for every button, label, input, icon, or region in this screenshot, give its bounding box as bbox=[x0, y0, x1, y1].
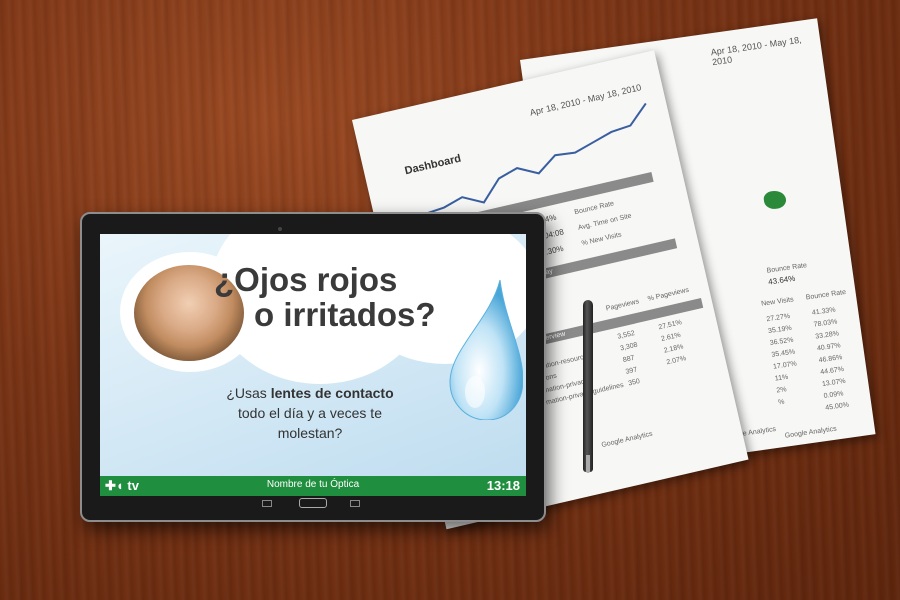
recent-apps-icon[interactable] bbox=[350, 500, 360, 507]
row-new: 35.45% bbox=[771, 348, 796, 359]
row-new: 35.19% bbox=[767, 324, 793, 336]
water-drop-icon bbox=[449, 280, 523, 420]
australia-map-icon bbox=[762, 189, 788, 211]
stat-bounce-label: Bounce Rate bbox=[573, 200, 615, 217]
row-bounce: 44.67% bbox=[819, 365, 845, 377]
report-footer-2: Google Analytics bbox=[784, 425, 838, 440]
row-new: 2% bbox=[776, 386, 788, 395]
row-bounce: 0.09% bbox=[823, 390, 844, 400]
screen-footer: ✚◖ tv Nombre de tu Óptica 13:18 bbox=[100, 476, 526, 496]
row-bounce: 46.86% bbox=[818, 354, 843, 365]
tablet-screen: ¿Ojos rojos o irritados? ¿Usas lentes de… bbox=[100, 234, 526, 496]
report-footer: Google Analytics bbox=[600, 430, 654, 450]
question-bold: lentes de contacto bbox=[270, 385, 394, 401]
stat-time-label: Avg. Time on Site bbox=[577, 212, 633, 232]
row-new: 17.07% bbox=[772, 360, 798, 371]
row-bounce: 45.00% bbox=[824, 401, 850, 412]
row-pct: 2.07% bbox=[665, 355, 687, 367]
stylus-tip bbox=[586, 455, 590, 473]
row-new: % bbox=[777, 398, 785, 407]
row-new: 36.52% bbox=[769, 336, 794, 347]
col-pct-pageviews: % Pageviews bbox=[647, 286, 690, 303]
row-pct: 27.51% bbox=[657, 319, 683, 332]
col-pageviews: Pageviews bbox=[605, 298, 640, 313]
question-text: ¿Usas lentes de contacto todo el día y a… bbox=[180, 383, 440, 443]
row-pct: 2.18% bbox=[663, 343, 685, 355]
row-pageviews: 3,308 bbox=[619, 341, 639, 353]
row-bounce: 13.07% bbox=[821, 377, 847, 389]
row-bounce: 41.33% bbox=[811, 306, 837, 317]
question-line-2: todo el día y a veces te bbox=[238, 405, 382, 421]
col-new-visits: New Visits bbox=[760, 296, 795, 308]
bounce-value: 43.64% bbox=[767, 273, 796, 287]
row-bounce: 40.97% bbox=[816, 342, 842, 353]
row-bounce: 78.03% bbox=[813, 318, 838, 329]
question-part-1: ¿Usas bbox=[226, 385, 271, 401]
stat-new-visits-label: % New Visits bbox=[580, 231, 623, 248]
row-bounce: 33.28% bbox=[814, 330, 840, 341]
row-pageviews: 397 bbox=[625, 366, 638, 376]
report-date-range: Apr 18, 2010 - May 18, 2010 bbox=[710, 34, 803, 68]
stylus-pen bbox=[583, 300, 593, 472]
row-pageviews: 3,552 bbox=[616, 329, 636, 341]
row-new: 11% bbox=[774, 373, 789, 383]
row-pageviews: 350 bbox=[627, 378, 641, 388]
row-pct: 2.61% bbox=[660, 331, 682, 343]
question-line-3: molestan? bbox=[277, 425, 343, 441]
camera-icon bbox=[278, 227, 282, 231]
home-button[interactable] bbox=[299, 498, 327, 508]
shop-name: Nombre de tu Óptica bbox=[266, 479, 360, 490]
back-button-icon[interactable] bbox=[262, 500, 272, 507]
clock-time: 13:18 bbox=[486, 478, 520, 493]
row-pageviews: 887 bbox=[622, 354, 636, 365]
row-new: 27.27% bbox=[766, 312, 791, 324]
bounce-label: Bounce Rate bbox=[766, 262, 808, 275]
col-bounce-rate: Bounce Rate bbox=[805, 288, 847, 302]
